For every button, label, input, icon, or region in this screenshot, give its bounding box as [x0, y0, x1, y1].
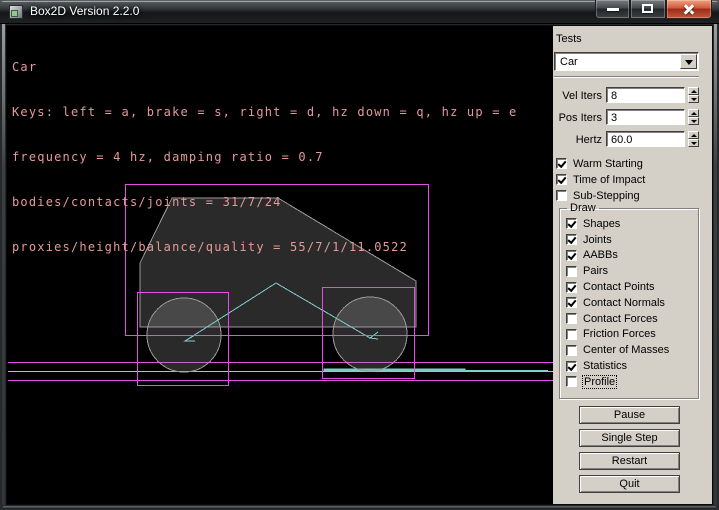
checkbox-icon [566, 250, 577, 261]
spinner-up-icon [691, 90, 697, 93]
window-border-left [2, 24, 5, 505]
tests-label: Tests [556, 33, 582, 45]
hertz-input[interactable]: 60.0 [606, 131, 685, 147]
checkbox-label: Joints [583, 234, 612, 246]
simulation-canvas[interactable]: Car Keys: left = a, brake = s, right = d… [7, 26, 553, 504]
title-bar[interactable]: Box2D Version 2.2.0 [0, 0, 719, 24]
checkbox-icon [566, 297, 577, 308]
checkbox-icon [566, 218, 577, 229]
control-panel: Tests Car Vel Iters 8 Pos Iters 3 He [553, 26, 712, 504]
statistics-checkbox[interactable]: Statistics [566, 358, 698, 374]
checkbox-label: Center of Masses [583, 344, 669, 356]
keys-help-text: Keys: left = a, brake = s, right = d, hz… [12, 105, 517, 120]
aabbs-checkbox[interactable]: AABBs [566, 248, 698, 264]
checkbox-label: Contact Forces [583, 313, 658, 325]
checkbox-icon [556, 174, 567, 185]
pairs-checkbox[interactable]: Pairs [566, 263, 698, 279]
draw-group-label: Draw [567, 202, 599, 214]
restart-button[interactable]: Restart [579, 452, 680, 470]
test-selected-value: Car [560, 56, 578, 68]
checkbox-label: Profile [583, 376, 616, 388]
spinner-down-button[interactable] [688, 95, 699, 103]
draw-group: Draw Shapes Joints AABBs Pairs [559, 202, 699, 399]
checkbox-icon [566, 282, 577, 293]
app-icon [9, 5, 23, 19]
friction-forces-checkbox[interactable]: Friction Forces [566, 327, 698, 343]
checkbox-label: Statistics [583, 360, 627, 372]
spinner-up-button[interactable] [688, 131, 699, 139]
dropdown-button[interactable] [680, 54, 697, 69]
chevron-down-icon [685, 60, 693, 65]
app-window: Box2D Version 2.2.0 [0, 0, 719, 510]
checkbox-icon [566, 345, 577, 356]
debug-info-text: Car Keys: left = a, brake = s, right = d… [12, 30, 517, 285]
minimize-button[interactable] [595, 0, 630, 19]
checkbox-label: Contact Points [583, 281, 655, 293]
checkbox-icon [556, 190, 567, 201]
spinner-down-icon [691, 142, 697, 145]
shapes-checkbox[interactable]: Shapes [566, 216, 698, 232]
vel-iters-stepper [688, 87, 699, 103]
checkbox-label: Contact Normals [583, 297, 665, 309]
spinner-down-button[interactable] [688, 117, 699, 125]
checkbox-label: Warm Starting [573, 158, 643, 170]
client-area: Car Keys: left = a, brake = s, right = d… [7, 26, 712, 504]
proxies-stats-text: proxies/height/balance/quality = 55/7/1/… [12, 240, 517, 255]
minimize-icon [607, 8, 619, 11]
checkbox-icon [566, 376, 577, 387]
window-title: Box2D Version 2.2.0 [30, 4, 139, 18]
hertz-label: Hertz [553, 134, 602, 146]
maximize-icon [642, 4, 653, 13]
checkbox-icon [566, 234, 577, 245]
spinner-down-icon [691, 120, 697, 123]
spinner-up-icon [691, 134, 697, 137]
checkbox-label: Shapes [583, 218, 620, 230]
contact-points-checkbox[interactable]: Contact Points [566, 279, 698, 295]
checkbox-icon [566, 361, 577, 372]
single-step-button[interactable]: Single Step [579, 429, 680, 447]
center-of-masses-checkbox[interactable]: Center of Masses [566, 342, 698, 358]
checkbox-label: Time of Impact [573, 174, 645, 186]
bodies-stats-text: bodies/contacts/joints = 31/7/24 [12, 195, 517, 210]
pos-iters-label: Pos Iters [553, 112, 602, 124]
window-border-right [714, 24, 717, 505]
profile-checkbox[interactable]: Profile [566, 374, 698, 390]
checkbox-label: Pairs [583, 265, 608, 277]
test-name-text: Car [12, 60, 517, 75]
quit-button[interactable]: Quit [579, 475, 680, 493]
close-icon [682, 2, 696, 16]
test-select-dropdown[interactable]: Car [554, 52, 699, 71]
warm-starting-checkbox[interactable]: Warm Starting [556, 157, 643, 170]
close-button[interactable] [666, 0, 712, 19]
checkbox-icon [566, 313, 577, 324]
spinner-up-icon [691, 112, 697, 115]
checkbox-icon [566, 266, 577, 277]
checkbox-icon [556, 158, 567, 169]
spinner-down-icon [691, 98, 697, 101]
contact-forces-checkbox[interactable]: Contact Forces [566, 311, 698, 327]
window-border-bottom [3, 506, 716, 508]
spinner-down-button[interactable] [688, 139, 699, 147]
sub-stepping-checkbox[interactable]: Sub-Stepping [556, 189, 640, 202]
joints-checkbox[interactable]: Joints [566, 232, 698, 248]
vel-iters-input[interactable]: 8 [606, 87, 685, 103]
spinner-up-button[interactable] [688, 109, 699, 117]
maximize-button[interactable] [630, 0, 666, 19]
frequency-text: frequency = 4 hz, damping ratio = 0.7 [12, 150, 517, 165]
vel-iters-label: Vel Iters [553, 90, 602, 102]
caption-buttons [595, 0, 712, 19]
pause-button[interactable]: Pause [579, 406, 680, 424]
checkbox-label: Sub-Stepping [573, 190, 640, 202]
checkbox-icon [566, 329, 577, 340]
separator [554, 76, 699, 78]
spinner-up-button[interactable] [688, 87, 699, 95]
time-of-impact-checkbox[interactable]: Time of Impact [556, 173, 645, 186]
checkbox-label: Friction Forces [583, 328, 656, 340]
hertz-stepper [688, 131, 699, 147]
pos-iters-input[interactable]: 3 [606, 109, 685, 125]
checkbox-label: AABBs [583, 249, 618, 261]
contact-normals-checkbox[interactable]: Contact Normals [566, 295, 698, 311]
contact-segment-thick [324, 369, 465, 371]
pos-iters-stepper [688, 109, 699, 125]
